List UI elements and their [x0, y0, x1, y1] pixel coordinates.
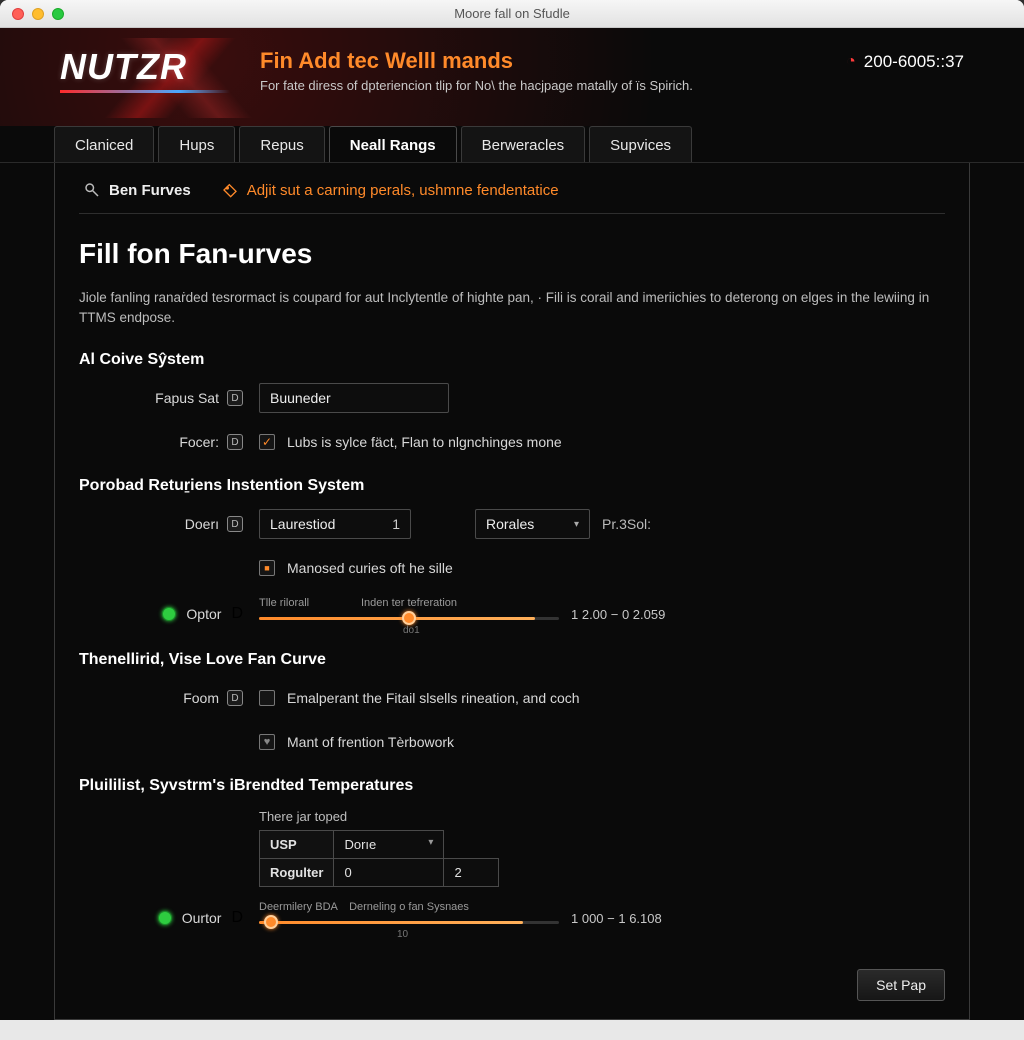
help-icon[interactable]: D — [227, 390, 243, 406]
table-cell: Rogulter — [260, 859, 334, 887]
help-icon[interactable]: D — [227, 690, 243, 706]
doer-select-1-value: Laurestiod — [270, 516, 335, 532]
header-subtitle: For fate diress of dpteriencion tlip for… — [260, 78, 846, 93]
doer-select-2-value: Rorales — [486, 516, 534, 532]
clock-icon: ◔ — [846, 53, 856, 71]
slider-cap-left: Tlle rilorall — [259, 597, 309, 609]
fapus-sat-input[interactable] — [259, 383, 449, 413]
ourtor-readout: 1 000 − 1 6.108 — [571, 911, 662, 926]
table-row: Rogulter 0 2 — [260, 859, 499, 887]
manosed-text: Manosed curies oft he sille — [287, 560, 453, 576]
slider-sublabel: 10 — [397, 929, 408, 940]
foom-text: Emalperant the Fitail slsells rineation,… — [287, 690, 580, 706]
slider-sublabel: do1 — [403, 625, 420, 636]
row-ourtor: Ourtor D Deermilery BDA Derneling o fan … — [79, 901, 945, 935]
tab-claniced[interactable]: Claniced — [54, 126, 154, 162]
header-text: Fin Add tec Welll mands For fate diress … — [260, 46, 846, 93]
tab-berweracles[interactable]: Berweracles — [461, 126, 586, 162]
titlebar: Moore fall on Sfudle — [0, 0, 1024, 28]
optor-readout: 1 2.00 − 0 2.059 — [571, 607, 665, 622]
focer-checkbox[interactable] — [259, 434, 275, 450]
focer-text: Lubs is sylce fäct, Flan to nlgnchinges … — [287, 434, 562, 450]
row-manosed: Manosed curies oft he sille — [79, 553, 945, 583]
status-dot-icon — [162, 607, 176, 621]
chevron-down-icon: ▾ — [428, 837, 433, 848]
app-shell: NUTZR Fin Add tec Welll mands For fate d… — [0, 28, 1024, 1020]
logo-text: NUTZR — [60, 46, 187, 87]
header: NUTZR Fin Add tec Welll mands For fate d… — [0, 28, 1024, 126]
row-mant: Mant of frention Tèrbowork — [79, 727, 945, 757]
tab-supvices[interactable]: Supvices — [589, 126, 692, 162]
window-controls — [0, 8, 64, 20]
manosed-checkbox[interactable] — [259, 560, 275, 576]
help-icon[interactable]: D — [227, 516, 243, 532]
section-4-heading: Pluililist, Syvstrm's iBrendted Temperat… — [79, 777, 945, 795]
row-fapus-sat: Fapus Sat D — [79, 383, 945, 413]
slider-cap-right: Derneling o fan Sysnaes — [349, 901, 469, 913]
row-focer: Focer: D Lubs is sylce fäct, Flan to nlg… — [79, 427, 945, 457]
subnav-fan-curves[interactable]: Ben Furves — [83, 181, 191, 199]
logo-accent — [60, 90, 230, 93]
foom-label: Foom — [183, 690, 219, 706]
row-optor: Optor D Tlle rilorall Inden ter tefrerat… — [79, 597, 945, 631]
heart-icon[interactable] — [259, 734, 275, 750]
minimize-icon[interactable] — [32, 8, 44, 20]
help-icon[interactable]: D — [227, 434, 243, 450]
subnav: Ben Furves Adjit sut a carning perals, u… — [79, 177, 945, 214]
table-caption: There jar toped — [259, 809, 499, 824]
section-3-heading: Thenellirid, Vise Love Fan Curve — [79, 651, 945, 669]
set-pap-button[interactable]: Set Pap — [857, 969, 945, 1001]
focer-label: Focer: — [179, 434, 219, 450]
section-1-heading: Al Coive Sŷstem — [79, 351, 945, 369]
ourtor-slider[interactable]: Deermilery BDA Derneling o fan Sysnaes 1… — [259, 901, 559, 935]
clock-value: 200-6005::37 — [864, 52, 964, 72]
page-title: Fill fon Fan-urves — [79, 238, 945, 270]
tab-neall-rangs[interactable]: Neall Rangs — [329, 126, 457, 162]
tab-repus[interactable]: Repus — [239, 126, 324, 162]
main-tabs: ClanicedHupsRepusNeall RangsBerweraclesS… — [0, 126, 1024, 163]
subnav-adjust[interactable]: Adjit sut a carning perals, ushmne fende… — [221, 181, 559, 199]
subnav-b-label: Adjit sut a carning perals, ushmne fende… — [247, 182, 559, 199]
doer-suffix: Pr.3Sol: — [602, 516, 651, 532]
header-clock: ◔ 200-6005::37 — [846, 46, 964, 72]
foom-checkbox[interactable] — [259, 690, 275, 706]
app-window: Moore fall on Sfudle NUTZR Fin Add tec W… — [0, 0, 1024, 1040]
header-title: Fin Add tec Welll mands — [260, 48, 846, 74]
zoom-icon[interactable] — [52, 8, 64, 20]
wrench-icon — [83, 181, 101, 199]
row-foom: Foom D Emalperant the Fitail slsells rin… — [79, 683, 945, 713]
status-dot-icon — [158, 911, 172, 925]
row-doer: Doerı D Laurestiod 1 Rorales ▾ Pr.3Sol: — [79, 509, 945, 539]
main-panel: Ben Furves Adjit sut a carning perals, u… — [54, 163, 970, 1020]
mant-text: Mant of frention Tèrbowork — [287, 734, 454, 750]
optor-slider[interactable]: Tlle rilorall Inden ter tefreration do1 — [259, 597, 559, 631]
slider-cap-left: Deermilery BDA — [259, 901, 338, 913]
help-icon[interactable]: D — [231, 605, 243, 623]
doer-select-2[interactable]: Rorales ▾ — [475, 509, 590, 539]
section-2-heading: Porobad Retuṟiens Instention System — [79, 477, 945, 495]
table-cell: USP — [260, 831, 334, 859]
chevron-down-icon: ▾ — [574, 519, 579, 530]
doer-select-1[interactable]: Laurestiod 1 — [259, 509, 411, 539]
table-cell[interactable]: 0 — [334, 859, 444, 887]
table-cell[interactable]: 2 — [444, 859, 499, 887]
tag-icon — [221, 181, 239, 199]
subnav-a-label: Ben Furves — [109, 182, 191, 199]
table-cell-select[interactable]: Dorıe▾ — [334, 831, 444, 859]
app-logo: NUTZR — [60, 46, 230, 93]
optor-label: Optor — [186, 606, 221, 622]
doer-label: Doerı — [185, 516, 219, 532]
slider-cap-right: Inden ter tefreration — [361, 597, 457, 609]
fapus-sat-label: Fapus Sat — [155, 390, 219, 406]
doer-select-1-num: 1 — [382, 516, 400, 532]
window-title: Moore fall on Sfudle — [0, 6, 1024, 21]
row-temperature-table: There jar toped USP Dorıe▾ Rogulter 0 2 — [79, 809, 945, 887]
ourtor-label: Ourtor — [182, 910, 222, 926]
temperature-table: USP Dorıe▾ Rogulter 0 2 — [259, 830, 499, 887]
page-lead: Jiole fanling ranaṙded tesrormact is cou… — [79, 288, 945, 327]
help-icon[interactable]: D — [231, 909, 243, 927]
close-icon[interactable] — [12, 8, 24, 20]
table-row: USP Dorıe▾ — [260, 831, 499, 859]
tab-hups[interactable]: Hups — [158, 126, 235, 162]
